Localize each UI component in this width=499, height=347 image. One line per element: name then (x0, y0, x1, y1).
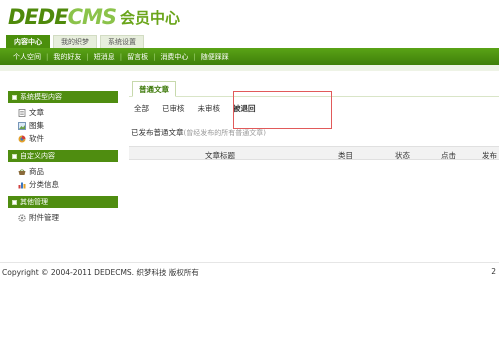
table-header: 文章标题 类目 状态 点击 发布 (129, 146, 499, 160)
shopping-basket-icon (18, 168, 26, 176)
sidebar-item-label: 文章 (29, 108, 44, 117)
picture-icon (18, 121, 26, 130)
column-header-category[interactable]: 类目 (338, 150, 353, 161)
footer-copyright: Copyright © 2004-2011 DEDECMS. 织梦科技 版权所有 (2, 268, 199, 277)
nav-guestbook[interactable]: 留言板 (122, 52, 153, 62)
highlight-box (233, 91, 332, 129)
bar-chart-icon (18, 181, 26, 189)
tab-normal-article[interactable]: 普通文章 (132, 81, 176, 97)
column-header-status[interactable]: 状态 (395, 150, 410, 161)
gear-icon (18, 213, 26, 222)
sidebar-item-classified-info[interactable]: 分类信息 (8, 178, 118, 191)
published-info: 已发布普通文章(曾经发布的所有普通文章) (131, 127, 266, 138)
sidebar-item-label: 图集 (29, 121, 44, 130)
published-label: 已发布普通文章 (131, 128, 184, 137)
sidebar-section-other-management[interactable]: 其他管理 (8, 196, 118, 208)
sidebar-item-label: 商品 (29, 167, 44, 176)
sidebar-item-attachment-management[interactable]: 附件管理 (8, 211, 118, 224)
sidebar-item-label: 软件 (29, 134, 44, 143)
software-icon (18, 135, 26, 143)
sidebar-section-custom-content[interactable]: 自定义内容 (8, 150, 118, 162)
sidebar-item-software[interactable]: 软件 (8, 132, 118, 145)
logo: DEDECMS 会员中心 (8, 4, 180, 30)
main-content: 普通文章 全部 已审核 未审核 被退回 已发布普通文章(曾经发布的所有普通文章)… (129, 81, 499, 160)
column-header-publish[interactable]: 发布 (482, 150, 497, 161)
section-square-icon (12, 199, 17, 205)
section-square-icon (12, 153, 17, 159)
logo-brand: DEDECMS (8, 5, 117, 29)
column-header-clicks[interactable]: 点击 (441, 150, 456, 161)
nav-consumption-center[interactable]: 消费中心 (155, 52, 193, 62)
nav-sub-strip (0, 65, 499, 71)
nav-personal-space[interactable]: 个人空间 (8, 52, 46, 62)
nav-random-visit[interactable]: 随便踩踩 (196, 52, 234, 62)
sidebar-section-system-models[interactable]: 系统模型内容 (8, 91, 118, 103)
sidebar-item-article[interactable]: 文章 (8, 106, 118, 119)
sidebar-item-goods[interactable]: 商品 (8, 165, 118, 178)
section-square-icon (12, 94, 17, 100)
published-hint: (曾经发布的所有普通文章) (183, 129, 266, 137)
sidebar-item-label: 分类信息 (29, 180, 59, 189)
sidebar-item-label: 附件管理 (29, 213, 59, 222)
sidebar-item-gallery[interactable]: 图集 (8, 119, 118, 132)
document-icon (18, 108, 26, 117)
filter-all[interactable]: 全部 (134, 103, 149, 114)
tab-content-center[interactable]: 内容中心 (6, 35, 50, 48)
top-tabs: 内容中心 我的织梦 系统设置 (6, 35, 144, 48)
filter-unapproved[interactable]: 未审核 (198, 103, 221, 114)
footer-right-text: 2 (491, 267, 496, 276)
column-header-title[interactable]: 文章标题 (205, 150, 235, 161)
main-nav: 个人空间 | 我的好友 | 短消息 | 留言板 | 消费中心 | 随便踩踩 (0, 48, 499, 65)
tab-my-dedecms[interactable]: 我的织梦 (53, 35, 97, 48)
nav-messages[interactable]: 短消息 (89, 52, 120, 62)
nav-my-friends[interactable]: 我的好友 (48, 52, 86, 62)
footer-divider (0, 262, 499, 263)
filter-approved[interactable]: 已审核 (162, 103, 185, 114)
sidebar: 系统模型内容 文章 图集 软件 自定义内容 商品 分类信息 其他管理 附件管理 (8, 91, 118, 229)
tab-system-settings[interactable]: 系统设置 (100, 35, 144, 48)
logo-subtitle: 会员中心 (120, 8, 181, 27)
